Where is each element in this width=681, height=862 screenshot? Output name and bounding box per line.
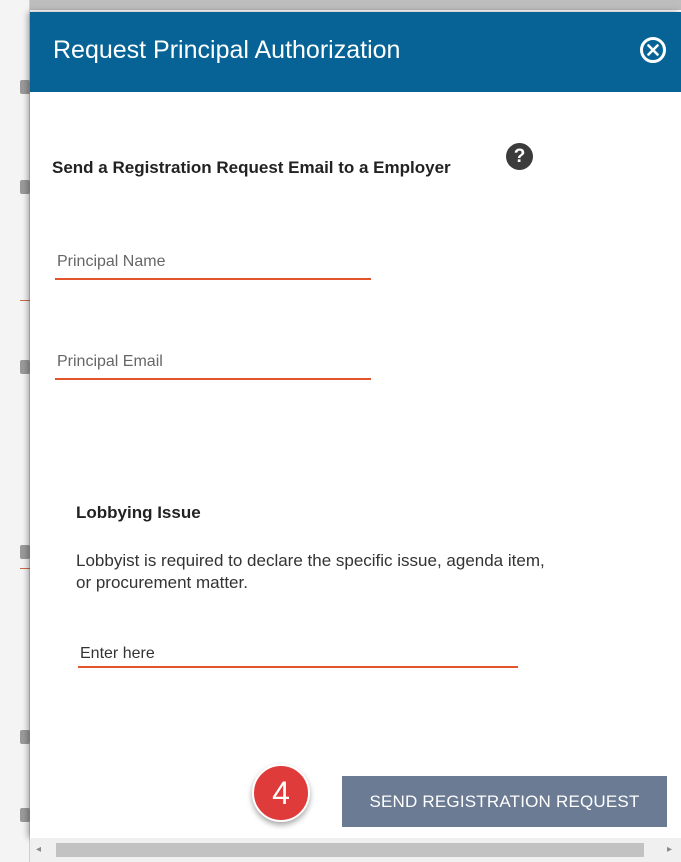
- background-fragment: [20, 80, 30, 94]
- arrow-right-icon[interactable]: ▸: [667, 844, 677, 856]
- dialog-title: Request Principal Authorization: [53, 36, 401, 64]
- help-icon[interactable]: ?: [506, 143, 533, 170]
- close-icon[interactable]: [640, 37, 666, 63]
- close-x-glyph: [647, 44, 659, 56]
- dialog-header: Request Principal Authorization: [30, 12, 681, 92]
- request-authorization-dialog: Request Principal Authorization Send a R…: [30, 12, 681, 838]
- background-strip: [0, 0, 30, 862]
- background-fragment: [20, 545, 30, 559]
- scrollbar-thumb[interactable]: [56, 843, 644, 857]
- principal-email-input[interactable]: [55, 352, 371, 380]
- step-number-badge: 4: [252, 764, 310, 822]
- lobbying-issue-input[interactable]: [78, 643, 518, 668]
- lobbying-issue-description: Lobbyist is required to declare the spec…: [76, 551, 545, 592]
- background-fragment: [20, 808, 30, 822]
- send-registration-request-button[interactable]: SEND REGISTRATION REQUEST: [342, 776, 667, 827]
- arrow-left-icon[interactable]: ◂: [36, 844, 46, 856]
- background-fragment: [20, 730, 30, 744]
- background-fragment: [20, 568, 30, 569]
- background-topbar: [0, 0, 681, 10]
- background-fragment: [20, 300, 30, 301]
- background-fragment: [20, 180, 30, 194]
- horizontal-scrollbar[interactable]: ◂ ▸: [30, 838, 681, 862]
- lobbying-issue-title: Lobbying Issue: [76, 503, 201, 522]
- background-fragment: [20, 360, 30, 374]
- section-heading: Send a Registration Request Email to a E…: [52, 158, 451, 177]
- principal-name-input[interactable]: [55, 252, 371, 280]
